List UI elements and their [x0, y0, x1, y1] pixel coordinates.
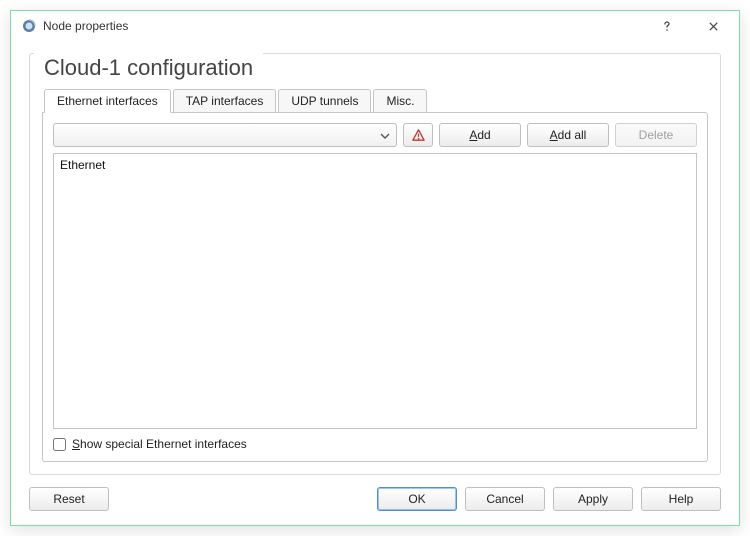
- tab-ethernet-interfaces[interactable]: Ethernet interfaces: [44, 89, 171, 113]
- interfaces-list[interactable]: Ethernet: [53, 153, 697, 429]
- config-title: Cloud-1 configuration: [34, 53, 263, 83]
- app-icon: [21, 18, 37, 34]
- show-special-label: Show special Ethernet interfaces: [72, 437, 247, 451]
- question-icon: [661, 20, 673, 32]
- tab-misc[interactable]: Misc.: [373, 89, 427, 112]
- add-button[interactable]: Add: [439, 123, 521, 147]
- apply-button[interactable]: Apply: [553, 487, 633, 511]
- warning-button[interactable]: [403, 123, 433, 147]
- config-group: Cloud-1 configuration Ethernet interface…: [29, 53, 721, 475]
- tab-tap-interfaces[interactable]: TAP interfaces: [173, 89, 277, 112]
- titlebar: Node properties: [11, 11, 739, 41]
- help-button[interactable]: [647, 12, 687, 40]
- show-special-checkbox[interactable]: [53, 438, 66, 451]
- dialog-body: Cloud-1 configuration Ethernet interface…: [11, 41, 739, 525]
- chevron-down-icon: [380, 128, 390, 142]
- ok-button[interactable]: OK: [377, 487, 457, 511]
- add-all-button[interactable]: Add all: [527, 123, 609, 147]
- close-button[interactable]: [693, 12, 733, 40]
- interface-toolbar: Add Add all Delete: [53, 123, 697, 147]
- reset-button[interactable]: Reset: [29, 487, 109, 511]
- window-title: Node properties: [43, 19, 641, 33]
- help-footer-button[interactable]: Help: [641, 487, 721, 511]
- delete-button[interactable]: Delete: [615, 123, 697, 147]
- cancel-button[interactable]: Cancel: [465, 487, 545, 511]
- interface-select[interactable]: [53, 123, 397, 147]
- close-icon: [708, 21, 719, 32]
- show-special-checkbox-row[interactable]: Show special Ethernet interfaces: [53, 437, 697, 451]
- tab-panel-ethernet: Add Add all Delete Ethernet Show special…: [42, 112, 708, 462]
- list-item[interactable]: Ethernet: [60, 158, 690, 172]
- tabs: Ethernet interfaces TAP interfaces UDP t…: [42, 88, 708, 112]
- tab-udp-tunnels[interactable]: UDP tunnels: [278, 89, 371, 112]
- dialog-buttons: Reset OK Cancel Apply Help: [29, 487, 721, 511]
- warning-icon: [411, 128, 426, 143]
